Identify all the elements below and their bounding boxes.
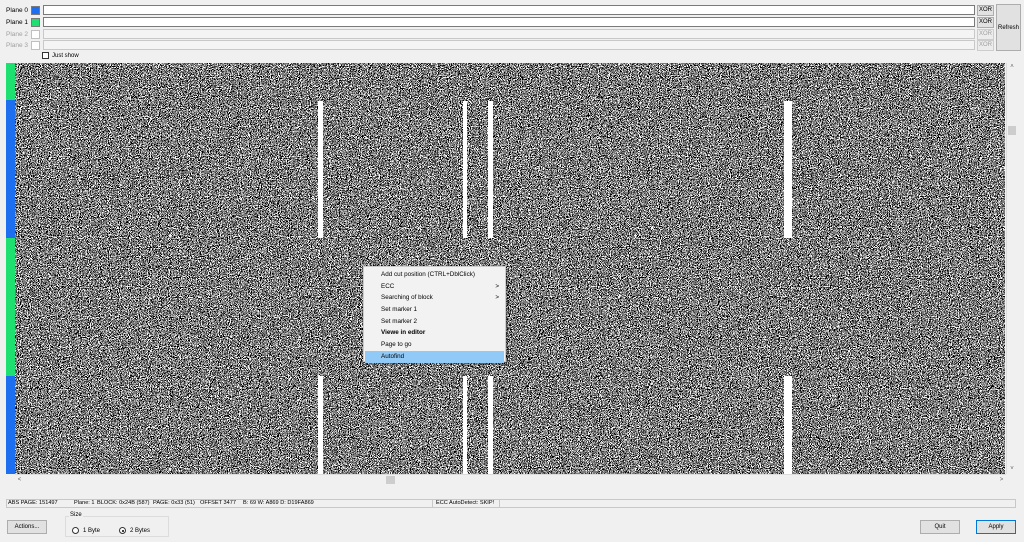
scroll-down-arrow-icon[interactable]: ˅ [1007, 465, 1017, 474]
vertical-scrollbar[interactable]: ˄ ˅ [1006, 63, 1016, 474]
menu-item-label: Add cut position (CTRL+DblClick) [381, 271, 475, 278]
plane-label: Plane 0 [6, 7, 29, 14]
menu-item-label: Viewe in editor [381, 329, 426, 337]
blank-column [318, 376, 323, 474]
menu-item-set-marker-2[interactable]: Set marker 2 [364, 316, 505, 328]
menu-item-label: Page to go [381, 341, 412, 349]
blank-column [488, 376, 493, 474]
radio-1-byte[interactable] [72, 527, 79, 534]
status-separator [499, 500, 500, 507]
status-offset: OFFSET 3477 [200, 500, 236, 506]
size-option-1-byte[interactable]: 1 Byte [72, 527, 100, 534]
menu-item-label: Set marker 2 [381, 317, 418, 325]
blank-column [488, 101, 493, 238]
plane-3-xor-button: XOR [977, 40, 994, 51]
page-bitmap-view[interactable] [15, 63, 1005, 474]
scroll-up-arrow-icon[interactable]: ˄ [1007, 63, 1017, 72]
status-ecc: ECC AutoDetect: SKIP! [436, 500, 495, 506]
plane-1-xor-button[interactable]: XOR [977, 17, 994, 28]
just-show-check-box[interactable] [42, 52, 49, 59]
status-abs-page: ABS PAGE: 151497 [8, 500, 58, 506]
menu-item-page-to-go[interactable]: Page to go [364, 339, 505, 351]
status-bar: ABS PAGE: 151497 Plane: 1 BLOCK: 0x24B (… [6, 499, 1016, 508]
plane-2-xor-button: XOR [977, 29, 994, 40]
plane-1-segment [6, 63, 15, 100]
menu-item-searching-of-block[interactable]: Searching of block > [364, 292, 505, 304]
status-separator [432, 500, 433, 507]
plane-0-segment [6, 376, 15, 474]
actions-button[interactable]: Actions... [7, 520, 47, 534]
blank-column [784, 376, 792, 474]
size-group: Size 1 Byte 2 Bytes [65, 512, 169, 537]
plane-indicator-strip [6, 63, 15, 474]
horizontal-scrollbar[interactable]: < > [15, 474, 1006, 484]
plane-0-xor-button[interactable]: XOR [977, 5, 994, 16]
plane-1-color-swatch[interactable] [31, 18, 40, 27]
plane-2-color-swatch [31, 30, 40, 39]
size-option-2-bytes[interactable]: 2 Bytes [119, 527, 150, 534]
menu-item-ecc[interactable]: ECC > [364, 281, 505, 293]
page-bitmap-canvas[interactable] [15, 63, 1005, 474]
plane-label: Plane 3 [6, 42, 29, 49]
just-show-label: Just show [52, 52, 79, 59]
blank-column [318, 101, 323, 238]
apply-button[interactable]: Apply [976, 520, 1016, 534]
status-page: PAGE: 0x33 (51) [153, 500, 195, 506]
menu-item-add-cut-position[interactable]: Add cut position (CTRL+DblClick) [364, 269, 505, 281]
plane-2-mask-field [43, 29, 975, 39]
plane-0-color-swatch[interactable] [31, 6, 40, 15]
vertical-scroll-thumb[interactable] [1008, 126, 1016, 135]
scroll-left-arrow-icon[interactable]: < [15, 475, 24, 485]
just-show-checkbox[interactable]: Just show [42, 51, 79, 60]
plane-0-segment [6, 100, 15, 238]
status-block: BLOCK: 0x24B (587) [97, 500, 150, 506]
blank-column [784, 101, 792, 238]
status-plane: Plane: 1 [74, 500, 95, 506]
menu-item-label: Autofind [381, 352, 405, 360]
radio-label: 2 Bytes [130, 527, 151, 534]
submenu-arrow-icon: > [495, 282, 499, 290]
plane-3-mask-field [43, 40, 975, 50]
radio-label: 1 Byte [83, 527, 101, 534]
submenu-arrow-icon: > [495, 294, 499, 302]
blank-column [463, 376, 467, 474]
plane-0-mask-field[interactable] [43, 5, 975, 15]
status-bytes: B: 69 W: A869 D: D19FA869 [243, 500, 314, 506]
menu-item-label: Set marker 1 [381, 306, 418, 314]
scroll-right-arrow-icon[interactable]: > [997, 475, 1006, 485]
blank-column [463, 101, 467, 238]
bitmap-noise [15, 63, 1005, 474]
plane-3-color-swatch [31, 41, 40, 50]
quit-button[interactable]: Quit [920, 520, 960, 534]
plane-label: Plane 2 [6, 31, 29, 38]
size-group-legend: Size [69, 512, 83, 518]
menu-item-autofind[interactable]: Autofind [365, 350, 504, 363]
plane-label: Plane 1 [6, 19, 29, 26]
menu-item-label: ECC [381, 282, 395, 290]
refresh-button[interactable]: Refresh [996, 4, 1021, 51]
plane-1-segment [6, 238, 15, 376]
menu-item-view-in-editor[interactable]: Viewe in editor [364, 327, 505, 339]
horizontal-scroll-thumb[interactable] [386, 476, 395, 484]
menu-item-set-marker-1[interactable]: Set marker 1 [364, 304, 505, 316]
menu-item-label: Searching of block [381, 294, 433, 302]
context-menu: Add cut position (CTRL+DblClick) ECC > S… [363, 266, 506, 363]
radio-2-bytes[interactable] [119, 527, 126, 534]
plane-1-mask-field[interactable] [43, 17, 975, 27]
